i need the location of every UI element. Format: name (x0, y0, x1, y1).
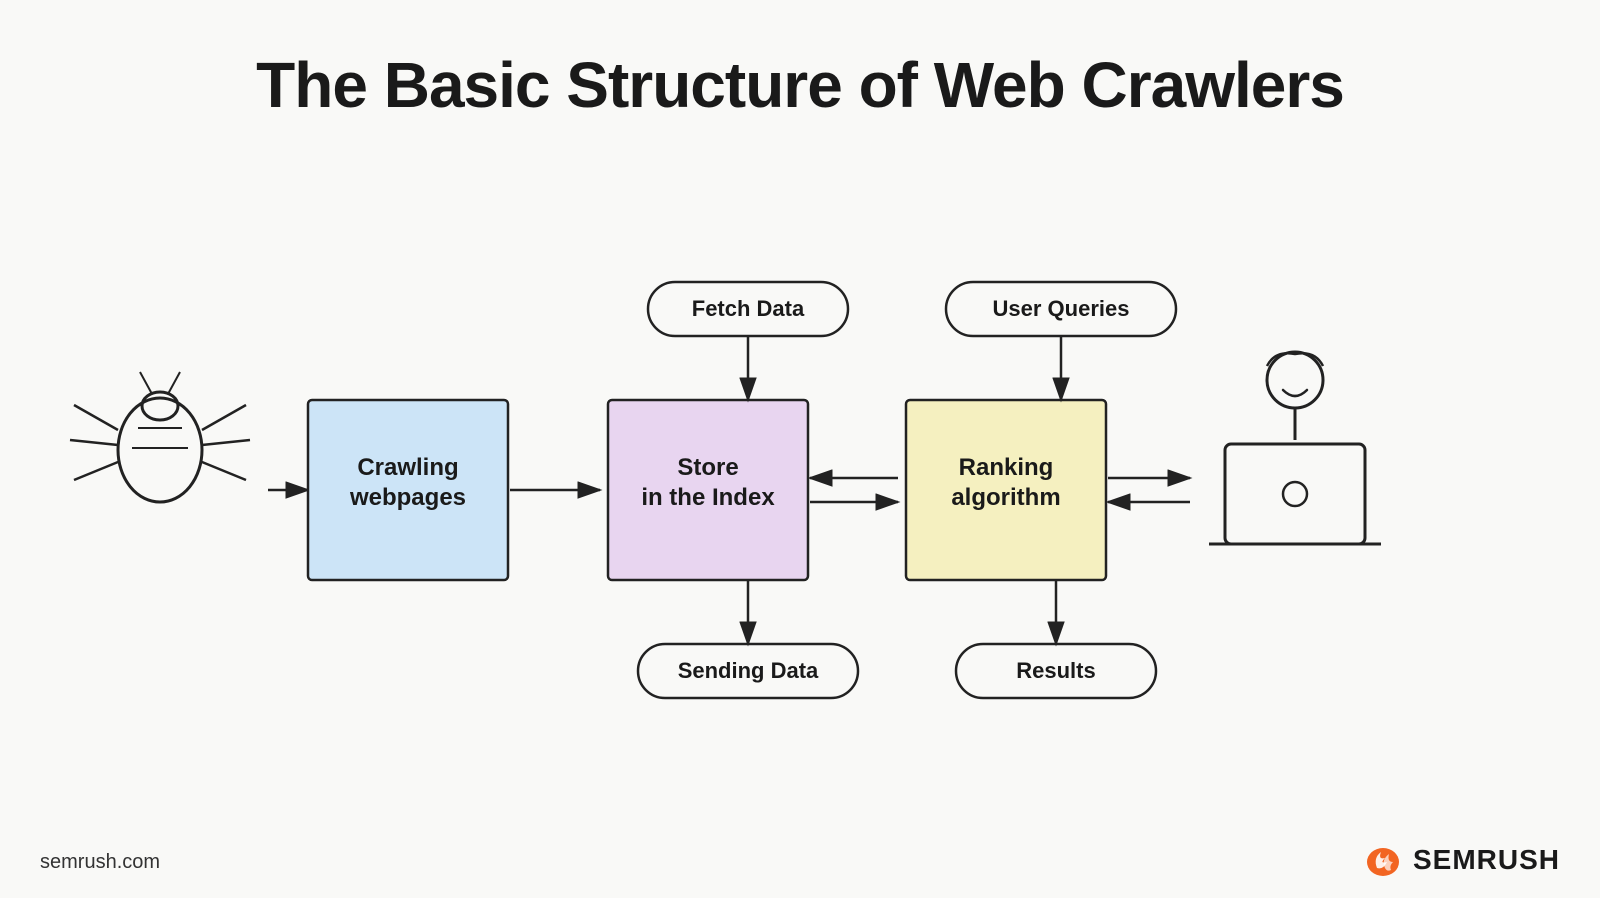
user-queries-label: User Queries (993, 296, 1130, 321)
footer-url: semrush.com (40, 851, 160, 874)
person-laptop-icon (1209, 352, 1381, 544)
footer-brand: SEMRUSH (1363, 840, 1560, 880)
crawling-box-label2: webpages (349, 484, 466, 511)
ranking-box-label: Ranking (959, 454, 1054, 481)
store-box-label: Store (677, 454, 738, 481)
fetch-data-label: Fetch Data (692, 296, 805, 321)
results-label: Results (1016, 658, 1095, 683)
semrush-logo-icon (1363, 840, 1403, 880)
spider-icon (70, 372, 250, 502)
store-box-label2: in the Index (641, 484, 775, 511)
ranking-box-label2: algorithm (951, 484, 1060, 511)
semrush-brand-name: SEMRUSH (1413, 844, 1560, 876)
sending-data-label: Sending Data (678, 658, 819, 683)
crawling-box-label: Crawling (357, 454, 458, 481)
page-title: The Basic Structure of Web Crawlers (0, 0, 1600, 122)
